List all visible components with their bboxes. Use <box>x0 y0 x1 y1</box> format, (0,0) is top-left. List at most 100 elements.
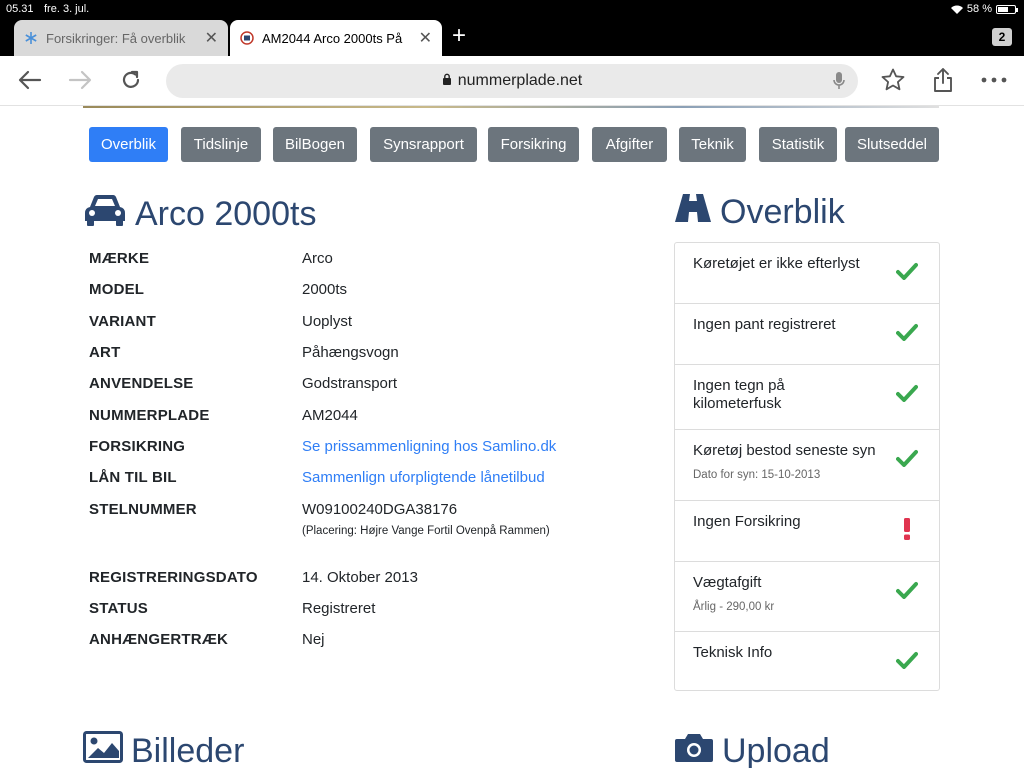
nav-teknik-button[interactable]: Teknik <box>679 127 746 162</box>
spec-value: Nej <box>302 631 325 648</box>
check-icon <box>895 320 919 344</box>
check-icon <box>895 578 919 602</box>
overview-item: Ingen tegn på kilometerfusk <box>675 365 939 430</box>
check-icon <box>895 259 919 283</box>
spec-key: MODEL <box>89 281 145 298</box>
upload-title-text: Upload <box>722 732 830 768</box>
back-arrow-icon[interactable] <box>16 66 44 94</box>
browser-tab-2[interactable]: AM2044 Arco 2000ts På ✕ <box>230 20 442 56</box>
spec-key: MÆRKE <box>89 250 150 267</box>
inspection-date: Dato for syn: 15-10-2013 <box>693 469 821 481</box>
url-text: nummerplade.net <box>457 72 583 89</box>
check-icon <box>895 446 919 470</box>
overview-title-text: Overblik <box>720 193 845 231</box>
spec-value: Registreret <box>302 600 376 617</box>
share-icon[interactable] <box>929 66 957 94</box>
spec-key: REGISTRERINGSDATO <box>89 569 258 586</box>
image-icon <box>83 731 131 768</box>
overview-list: Køretøjet er ikke efterlyst Ingen pant r… <box>674 242 940 691</box>
nav-slutseddel-button[interactable]: Slutseddel <box>845 127 939 162</box>
license-plate-favicon-icon <box>240 31 254 45</box>
nav-tidslinje-button[interactable]: Tidslinje <box>181 127 261 162</box>
upload-title: Upload <box>674 731 830 768</box>
vehicle-title: Arco 2000ts <box>83 193 316 236</box>
browser-tab-1[interactable]: Forsikringer: Få overblik ✕ <box>14 20 228 56</box>
forward-arrow-icon[interactable] <box>66 66 94 94</box>
loan-offers-link[interactable]: Sammenlign uforpligtende lånetilbud <box>302 469 545 486</box>
browser-toolbar: nummerplade.net <box>0 56 1024 106</box>
spec-key: ANVENDELSE <box>89 375 194 392</box>
tab-count-badge[interactable]: 2 <box>992 28 1012 46</box>
bookmark-star-icon[interactable] <box>879 66 907 94</box>
vehicle-title-text: Arco 2000ts <box>135 195 317 233</box>
spec-key: STATUS <box>89 600 148 617</box>
new-tab-button[interactable]: + <box>452 24 466 48</box>
images-title-text: Billeder <box>131 732 245 768</box>
chassis-location-note: (Placering: Højre Vange Fortil Ovenpå Ra… <box>302 525 550 537</box>
status-time: 05.31 <box>6 3 34 15</box>
snowflake-favicon-icon <box>24 31 38 45</box>
wifi-icon <box>950 5 963 14</box>
spec-key: NUMMERPLADE <box>89 407 210 424</box>
overview-item: Køretøjet er ikke efterlyst <box>675 243 939 304</box>
battery-icon <box>996 4 1018 14</box>
overview-item-label: Ingen Forsikring <box>693 513 801 530</box>
nav-statistik-button[interactable]: Statistik <box>759 127 837 162</box>
microphone-icon[interactable] <box>832 71 846 96</box>
road-icon <box>674 193 720 232</box>
spec-key: ANHÆNGERTRÆK <box>89 631 229 648</box>
browser-tab-label: Forsikringer: Få overblik <box>46 30 186 46</box>
camera-icon <box>674 731 722 768</box>
overview-title: Overblik <box>674 193 845 232</box>
overview-item-label: Ingen pant registreret <box>693 316 836 333</box>
nav-synsrapport-button[interactable]: Synsrapport <box>370 127 477 162</box>
overview-item: Teknisk Info <box>675 632 939 690</box>
overview-item-label: Køretøjet er ikke efterlyst <box>693 255 860 272</box>
overview-item-label: Teknisk Info <box>693 644 773 661</box>
spec-key: LÅN TIL BIL <box>89 469 177 486</box>
check-icon <box>895 381 919 405</box>
spec-value: 2000ts <box>302 281 348 298</box>
spec-value: AM2044 <box>302 407 358 424</box>
more-options-icon[interactable] <box>980 66 1008 94</box>
overview-item: Ingen pant registreret <box>675 304 939 365</box>
overview-item-label: Ingen tegn på kilometerfusk <box>693 377 785 412</box>
browser-tab-strip: 05.31 fre. 3. jul. 58 % Forsikringer: Få… <box>0 0 1024 56</box>
spec-key: VARIANT <box>89 313 156 330</box>
nav-bilbogen-button[interactable]: BilBogen <box>273 127 357 162</box>
annual-weight-tax: Årlig - 290,00 kr <box>693 601 775 613</box>
nav-overblik-button[interactable]: Overblik <box>89 127 168 162</box>
hero-image-edge <box>83 106 939 108</box>
overview-item: Køretøj bestod seneste syn Dato for syn:… <box>675 430 939 501</box>
status-bar: 05.31 fre. 3. jul. 58 % <box>0 0 1024 18</box>
status-indicators: 58 % <box>950 3 1018 15</box>
spec-value: 14. Oktober 2013 <box>302 569 418 586</box>
spec-key: STELNUMMER <box>89 501 197 518</box>
overview-item-label: Køretøj bestod seneste syn <box>693 442 876 459</box>
spec-key: FORSIKRING <box>89 438 186 455</box>
address-bar[interactable]: nummerplade.net <box>166 64 858 98</box>
nav-forsikring-button[interactable]: Forsikring <box>488 127 579 162</box>
insurance-comparison-link[interactable]: Se prissammenligning hos Samlino.dk <box>302 438 556 455</box>
car-icon <box>83 193 135 236</box>
browser-tab-label: AM2044 Arco 2000ts På <box>262 30 403 46</box>
spec-key: ART <box>89 344 121 361</box>
nav-afgifter-button[interactable]: Afgifter <box>592 127 667 162</box>
close-tab-icon[interactable]: ✕ <box>205 28 218 48</box>
overview-item-label: Vægtafgift <box>693 574 762 591</box>
spec-value: W09100240DGA38176 <box>302 501 458 518</box>
exclamation-icon <box>895 517 919 541</box>
lock-icon <box>442 72 452 90</box>
overview-item: Vægtafgift Årlig - 290,00 kr <box>675 562 939 632</box>
close-tab-icon[interactable]: ✕ <box>419 28 432 48</box>
spec-value: Godstransport <box>302 375 398 392</box>
spec-value: Arco <box>302 250 333 267</box>
images-title: Billeder <box>83 731 244 768</box>
battery-percent: 58 % <box>966 3 992 15</box>
overview-item: Ingen Forsikring <box>675 501 939 562</box>
status-date: fre. 3. jul. <box>44 3 90 15</box>
spec-value: Uoplyst <box>302 313 353 330</box>
spec-value: Påhængsvogn <box>302 344 399 361</box>
reload-icon[interactable] <box>117 66 145 94</box>
check-icon <box>895 648 919 672</box>
